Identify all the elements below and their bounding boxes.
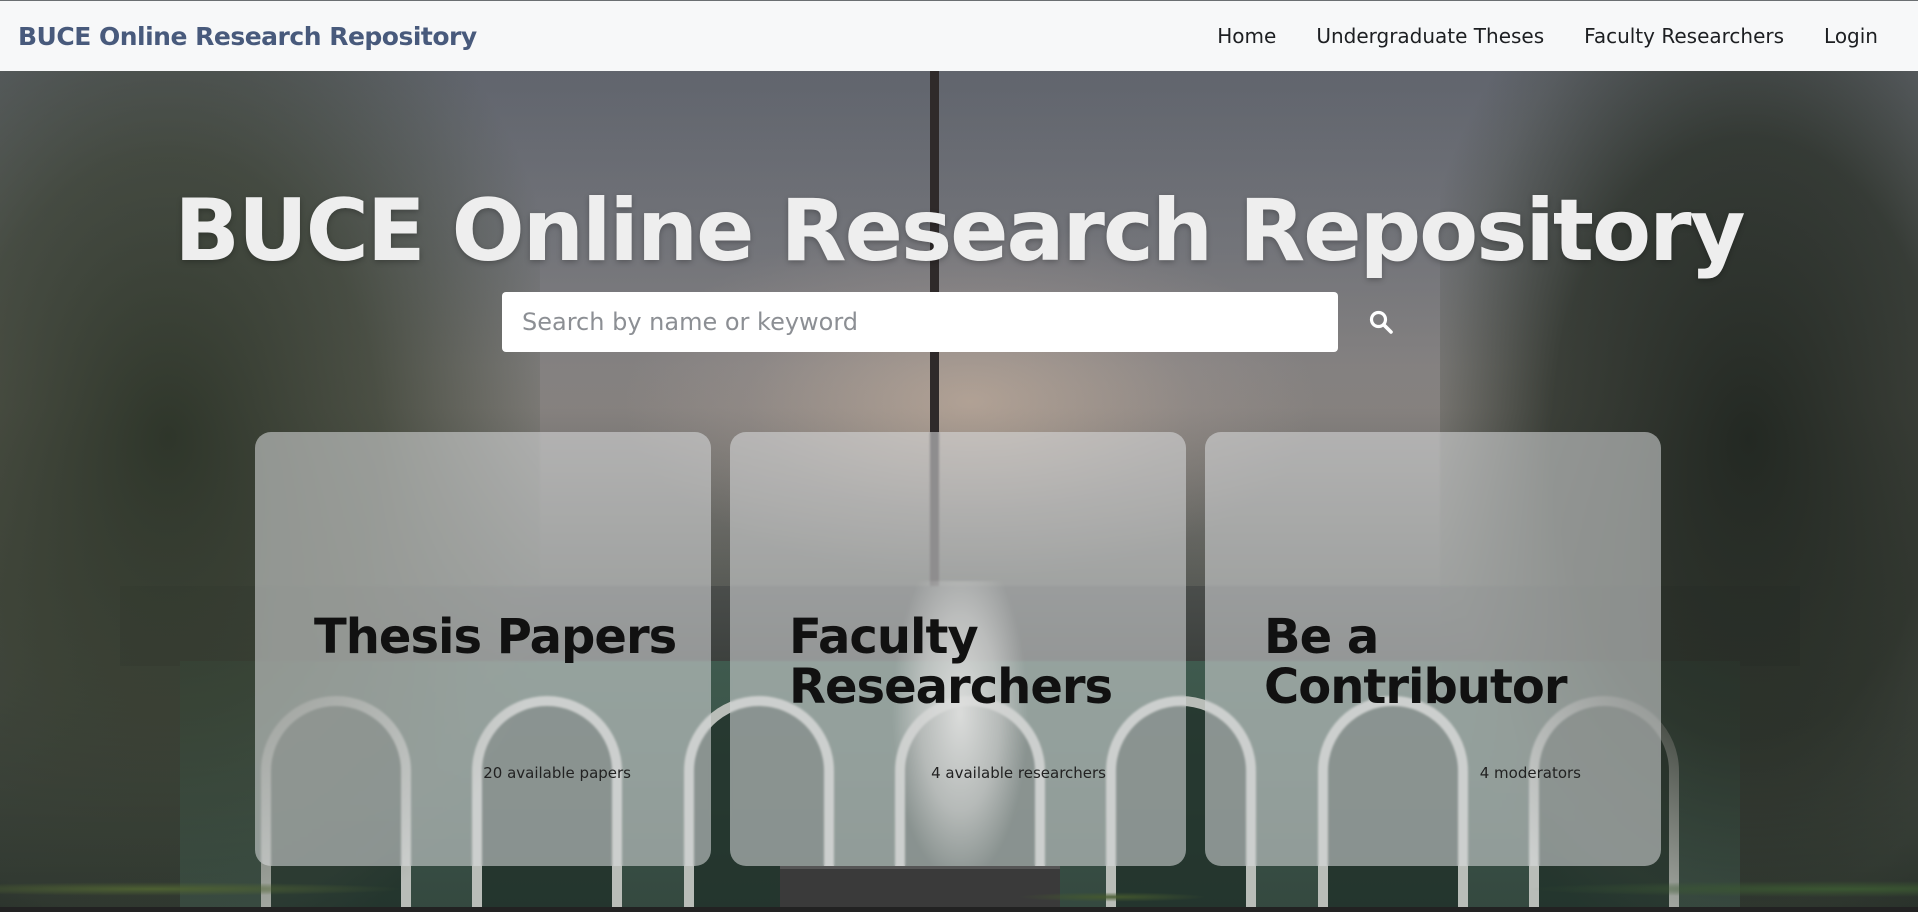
search-input[interactable] — [502, 292, 1338, 352]
nav-links: Home Undergraduate Theses Faculty Resear… — [1217, 24, 1900, 48]
hero-title: BUCE Online Research Repository — [174, 181, 1745, 281]
card-be-a-contributor[interactable]: Be a Contributor 4 moderators — [1205, 432, 1661, 866]
top-navbar: BUCE Online Research Repository Home Und… — [0, 0, 1918, 71]
nav-login-link[interactable]: Login — [1824, 24, 1878, 48]
nav-faculty-researchers-link[interactable]: Faculty Researchers — [1584, 24, 1784, 48]
brand-link[interactable]: BUCE Online Research Repository — [18, 22, 477, 51]
card-meta: 4 moderators — [1479, 764, 1581, 782]
card-title: Thesis Papers — [314, 609, 677, 665]
nav-home-link[interactable]: Home — [1217, 24, 1276, 48]
card-faculty-researchers[interactable]: Faculty Researchers 4 available research… — [730, 432, 1186, 866]
card-meta: 20 available papers — [483, 764, 631, 782]
card-title: Be a Contributor — [1264, 609, 1568, 715]
search-button[interactable] — [1358, 297, 1404, 347]
hero-bottom-strip — [0, 907, 1918, 912]
nav-undergraduate-theses-link[interactable]: Undergraduate Theses — [1316, 24, 1544, 48]
card-title: Faculty Researchers — [789, 609, 1113, 715]
card-thesis-papers[interactable]: Thesis Papers 20 available papers — [255, 432, 711, 866]
hero-section: BUCE Online Research Repository Thesis P… — [0, 71, 1918, 912]
search-icon — [1369, 310, 1393, 334]
card-meta: 4 available researchers — [931, 764, 1106, 782]
